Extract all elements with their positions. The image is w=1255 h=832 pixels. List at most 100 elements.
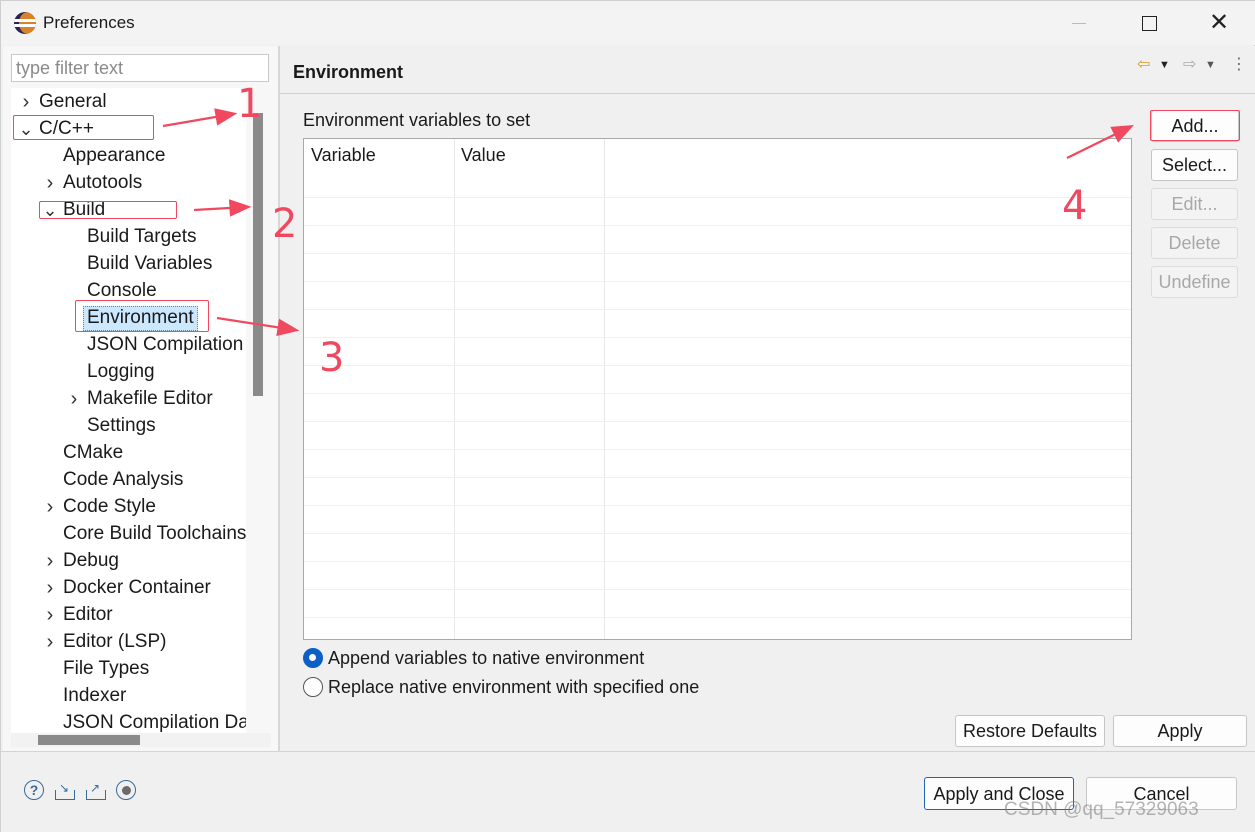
- tree-item-label: JSON Compilation: [87, 334, 244, 355]
- tree-item-label: Autotools: [63, 172, 143, 193]
- annotation-box-cpp: [13, 115, 154, 140]
- tree-item-label: Settings: [87, 415, 156, 436]
- tree-item[interactable]: Build Targets: [11, 224, 246, 250]
- page-title: Environment: [293, 62, 404, 82]
- tree-item-label: Editor: [63, 604, 113, 625]
- tree-item[interactable]: Settings: [11, 413, 246, 439]
- tree-item[interactable]: Indexer: [11, 683, 246, 709]
- eclipse-logo-icon: [14, 12, 36, 34]
- tree-item[interactable]: › Autotools: [11, 170, 246, 196]
- watermark: CSDN @qq_57329063: [1004, 799, 1199, 820]
- tree-item[interactable]: File Types: [11, 656, 246, 682]
- chevron-right-icon[interactable]: ›: [43, 602, 57, 628]
- tree-item[interactable]: Appearance: [11, 143, 246, 169]
- table-label: Environment variables to set: [303, 110, 531, 130]
- chevron-right-icon[interactable]: ›: [19, 89, 33, 115]
- minimize-button[interactable]: [1044, 1, 1114, 45]
- tree-item-label: Editor (LSP): [63, 631, 167, 652]
- tree-item-label: Build Targets: [87, 226, 197, 247]
- tree-item[interactable]: JSON Compilation Da: [11, 710, 246, 733]
- forward-arrow-icon[interactable]: ⇨: [1183, 54, 1196, 76]
- annotation-number-3: 3: [319, 335, 345, 381]
- view-menu-icon[interactable]: ⋮: [1231, 54, 1247, 76]
- forward-dropdown-icon[interactable]: ▼: [1205, 54, 1216, 76]
- chevron-right-icon[interactable]: ›: [43, 170, 57, 196]
- replace-radio-label: Replace native environment with specifie…: [328, 677, 700, 697]
- tree-item[interactable]: Core Build Toolchains: [11, 521, 246, 547]
- undefine-button[interactable]: Undefine: [1151, 266, 1238, 298]
- tree-item-label: Code Style: [63, 496, 156, 517]
- tree-item[interactable]: CMake: [11, 440, 246, 466]
- annotation-box-add: [1150, 110, 1240, 141]
- replace-option[interactable]: Replace native environment with specifie…: [303, 675, 763, 699]
- filter-input[interactable]: [12, 55, 268, 81]
- append-option[interactable]: Append variables to native environment: [303, 646, 723, 670]
- tree-item-label: Docker Container: [63, 577, 211, 598]
- close-button[interactable]: ✕: [1184, 1, 1254, 45]
- table-row-line: [304, 421, 1131, 422]
- edit-button[interactable]: Edit...: [1151, 188, 1238, 220]
- chevron-right-icon[interactable]: ›: [67, 386, 81, 412]
- table-row-line: [304, 617, 1131, 618]
- select-button[interactable]: Select...: [1151, 149, 1238, 181]
- tree-item[interactable]: › Editor (LSP): [11, 629, 246, 655]
- tree-item-label: File Types: [63, 658, 150, 679]
- page-navigation: ⇦ ▼ ⇨ ▼ ⋮: [1137, 54, 1247, 76]
- tree-item-label: Makefile Editor: [87, 388, 213, 409]
- tree-item[interactable]: › Editor: [11, 602, 246, 628]
- column-divider: [454, 139, 455, 639]
- import-icon[interactable]: ↘: [54, 780, 76, 802]
- tree-item-label: General: [39, 91, 107, 112]
- table-row-line: [304, 505, 1131, 506]
- column-header-variable[interactable]: Variable: [304, 139, 454, 171]
- vertical-scrollbar-thumb[interactable]: [253, 113, 263, 396]
- preferences-tree: › General ⌄ C/C++ Appearance › Autotools ⌄ Build…: [11, 88, 246, 733]
- title-separator: [280, 93, 1255, 94]
- tree-item[interactable]: JSON Compilation: [11, 332, 246, 358]
- tree-item-label: CMake: [63, 442, 124, 463]
- chevron-right-icon[interactable]: ›: [43, 548, 57, 574]
- annotation-number-4: 4: [1062, 183, 1088, 229]
- replace-radio[interactable]: [303, 677, 323, 697]
- chevron-right-icon[interactable]: ›: [43, 575, 57, 601]
- preferences-window: Preferences ✕ ›General⌄C/C++Appearance›A…: [0, 0, 1255, 832]
- horizontal-scrollbar-thumb[interactable]: [38, 735, 140, 745]
- column-header-value[interactable]: Value: [454, 139, 604, 171]
- chevron-right-icon[interactable]: ›: [43, 629, 57, 655]
- tree-item[interactable]: › Makefile Editor: [11, 386, 246, 412]
- tree-item[interactable]: Logging: [11, 359, 246, 385]
- environment-variables-table[interactable]: Variable Value: [303, 138, 1132, 640]
- tree-item[interactable]: › Debug: [11, 548, 246, 574]
- annotation-box-environment: [75, 300, 209, 332]
- back-arrow-icon[interactable]: ⇦: [1137, 54, 1150, 76]
- table-row-line: [304, 561, 1131, 562]
- help-icon[interactable]: ?: [24, 780, 44, 800]
- close-icon: ✕: [1208, 9, 1230, 36]
- tree-item-label: Code Analysis: [63, 469, 184, 490]
- annotation-number-2: 2: [272, 201, 298, 247]
- tree-item-label: Debug: [63, 550, 119, 571]
- tree-item[interactable]: Build Variables: [11, 251, 246, 277]
- tree-item[interactable]: › Code Style: [11, 494, 246, 520]
- filter-field[interactable]: [11, 54, 269, 82]
- delete-button[interactable]: Delete: [1151, 227, 1238, 259]
- tree-item[interactable]: › Docker Container: [11, 575, 246, 601]
- record-icon[interactable]: [116, 780, 136, 800]
- tree-item[interactable]: › General: [11, 89, 246, 115]
- chevron-right-icon[interactable]: ›: [43, 494, 57, 520]
- append-radio[interactable]: [303, 648, 323, 668]
- table-row-line: [304, 365, 1131, 366]
- table-row-line: [304, 337, 1131, 338]
- apply-button[interactable]: Apply: [1113, 715, 1247, 747]
- back-dropdown-icon[interactable]: ▼: [1159, 54, 1170, 76]
- maximize-button[interactable]: [1114, 1, 1184, 45]
- tree-item-label: Logging: [87, 361, 155, 382]
- append-radio-label: Append variables to native environment: [328, 648, 645, 668]
- restore-defaults-button[interactable]: Restore Defaults: [955, 715, 1105, 747]
- annotation-box-build: [39, 201, 177, 219]
- tree-item-label: Appearance: [63, 145, 166, 166]
- table-row-line: [304, 393, 1131, 394]
- column-divider: [604, 139, 605, 639]
- export-icon[interactable]: ↗: [85, 780, 107, 802]
- tree-item[interactable]: Code Analysis: [11, 467, 246, 493]
